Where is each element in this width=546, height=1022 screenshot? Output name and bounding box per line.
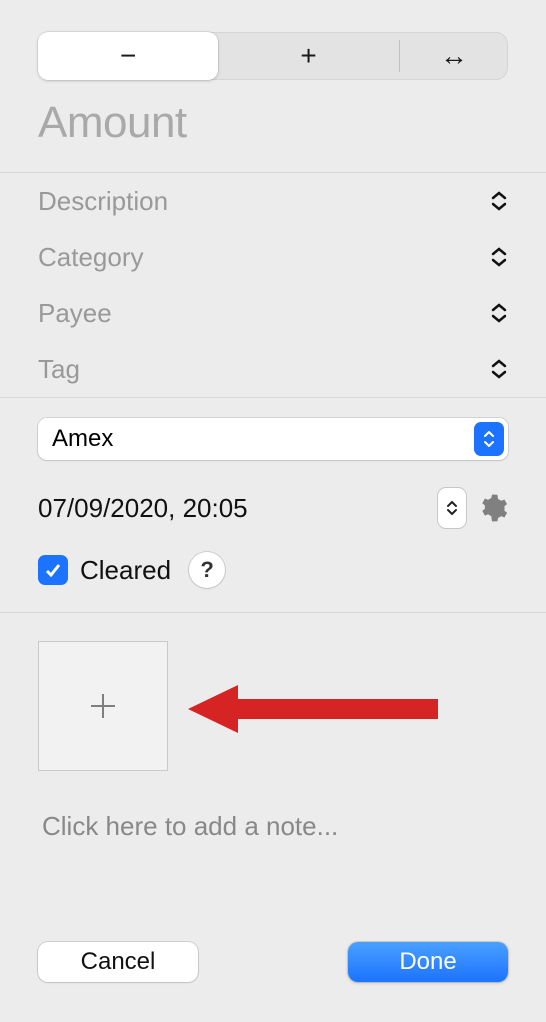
cancel-button[interactable]: Cancel [38, 942, 198, 982]
amount-sign-segmented-control[interactable]: − + ↔ [38, 32, 508, 80]
account-select[interactable]: Amex [38, 418, 508, 460]
select-dropdown-button[interactable] [474, 422, 504, 456]
gear-icon[interactable] [476, 492, 508, 524]
annotation-arrow-icon [188, 681, 438, 737]
note-input[interactable]: Click here to add a note... [42, 811, 504, 842]
tag-field[interactable]: Tag [0, 341, 546, 397]
chevron-up-down-icon [490, 247, 508, 267]
segment-minus[interactable]: − [38, 32, 218, 80]
tag-label: Tag [38, 354, 80, 385]
chevron-down-icon [446, 508, 458, 516]
segment-plus[interactable]: + [218, 32, 398, 80]
transfer-icon: ↔ [440, 40, 468, 72]
cleared-label: Cleared [80, 555, 171, 586]
amount-input[interactable]: Amount [38, 98, 508, 148]
chevron-up-icon [446, 500, 458, 508]
description-field[interactable]: Description [0, 173, 546, 229]
segment-transfer[interactable]: ↔ [400, 32, 508, 80]
cleared-checkbox[interactable] [38, 555, 68, 585]
plus-icon [83, 686, 123, 726]
chevron-up-down-icon [490, 359, 508, 379]
account-selected-value: Amex [52, 425, 113, 453]
payee-label: Payee [38, 298, 112, 329]
check-icon [43, 560, 63, 580]
datetime-stepper[interactable] [438, 488, 466, 528]
done-button[interactable]: Done [348, 942, 508, 982]
plus-icon: + [300, 40, 316, 72]
chevron-up-down-icon [490, 191, 508, 211]
chevron-up-down-icon [490, 303, 508, 323]
payee-field[interactable]: Payee [0, 285, 546, 341]
datetime-field[interactable]: 07/09/2020, 20:05 [38, 493, 428, 524]
category-label: Category [38, 242, 144, 273]
add-attachment-button[interactable] [38, 641, 168, 771]
description-label: Description [38, 186, 168, 217]
category-field[interactable]: Category [0, 229, 546, 285]
help-button[interactable]: ? [189, 552, 225, 588]
minus-icon: − [120, 40, 136, 72]
